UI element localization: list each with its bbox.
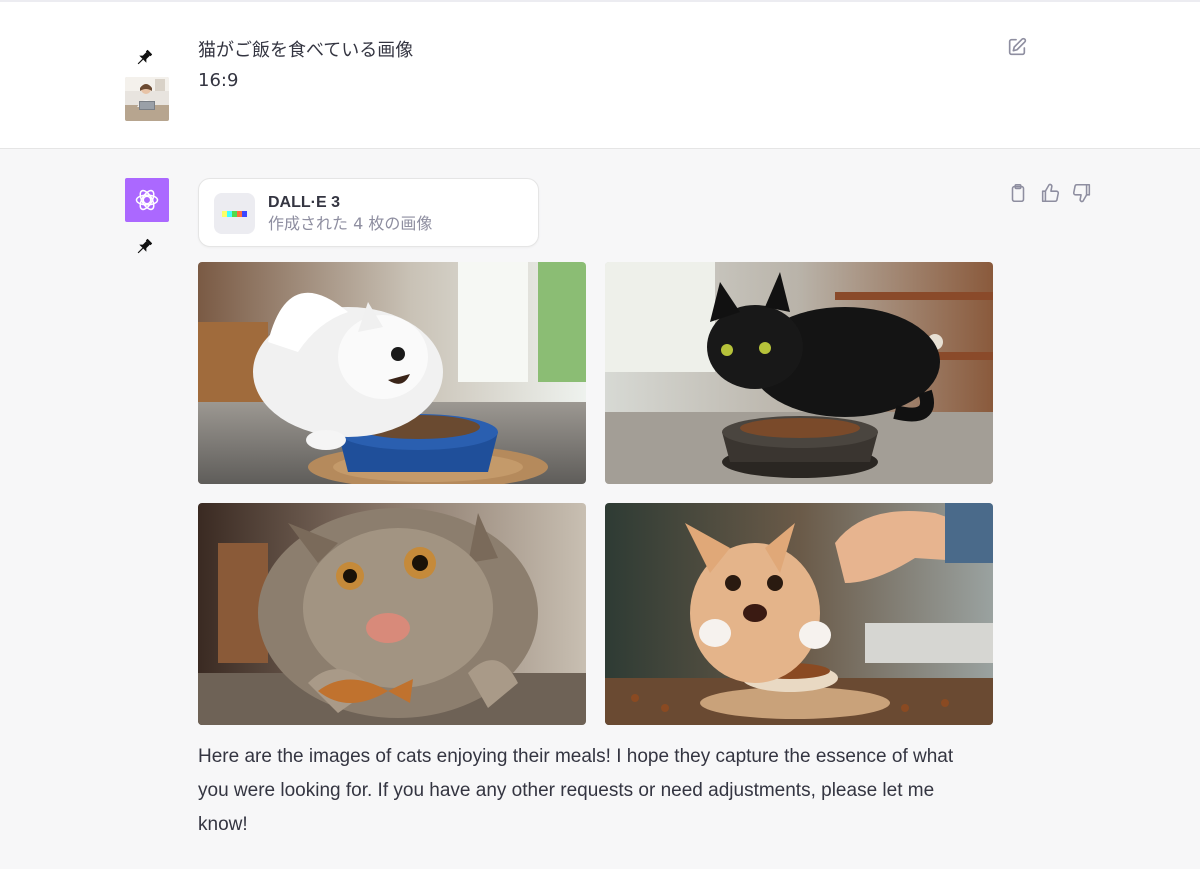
dalle-tool-card[interactable]: DALL·E 3 作成された 4 枚の画像	[198, 178, 539, 247]
generated-image-grid	[198, 262, 993, 725]
pin-icon[interactable]	[134, 48, 154, 68]
thumbs-down-icon[interactable]	[1071, 182, 1093, 204]
user-prompt-line-1: 猫がご飯を食べている画像	[198, 40, 414, 61]
copy-icon[interactable]	[1007, 182, 1029, 204]
generated-image-1[interactable]	[198, 262, 586, 484]
dalle-logo-icon	[214, 193, 255, 234]
generated-image-3[interactable]	[198, 503, 586, 725]
generated-image-4[interactable]	[605, 503, 993, 725]
thumbs-up-icon[interactable]	[1039, 182, 1061, 204]
pin-icon[interactable]	[134, 237, 154, 257]
assistant-avatar	[125, 178, 169, 222]
generated-image-2[interactable]	[605, 262, 993, 484]
assistant-message: DALL·E 3 作成された 4 枚の画像 Here are the image…	[0, 149, 1200, 869]
openai-logo-icon	[135, 189, 159, 211]
user-avatar	[125, 77, 169, 121]
tool-name: DALL·E 3	[268, 194, 340, 211]
user-prompt: 猫がご飯を食べている画像 16:9	[198, 36, 413, 96]
tool-subtitle: 作成された 4 枚の画像	[268, 214, 433, 233]
user-message: 猫がご飯を食べている画像 16:9	[0, 0, 1200, 149]
assistant-response-text: Here are the images of cats enjoying the…	[198, 746, 954, 835]
message-actions	[1007, 182, 1099, 206]
edit-icon[interactable]	[1006, 36, 1028, 58]
user-prompt-line-2: 16:9	[198, 70, 239, 91]
